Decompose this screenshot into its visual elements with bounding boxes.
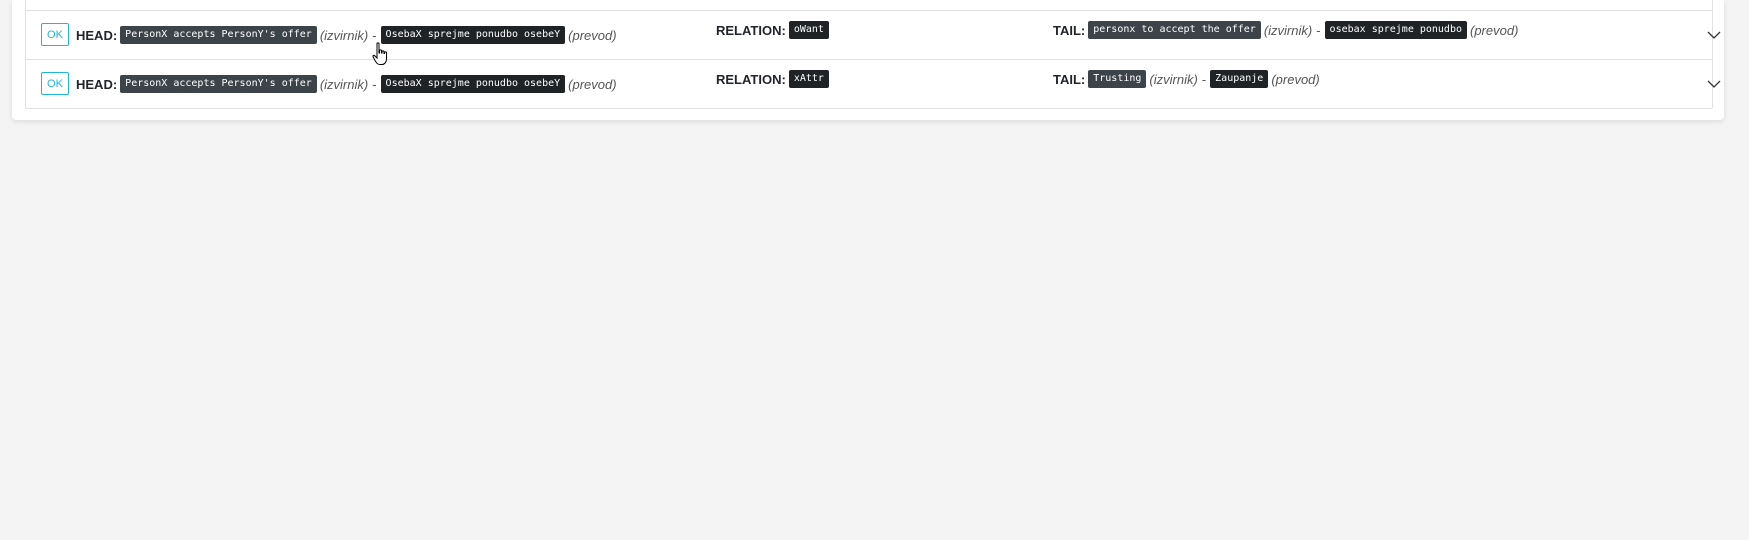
source-tag: (izvirnik)	[1263, 22, 1313, 38]
head-segment: HEAD: PersonX accepts PersonY's offer (i…	[76, 11, 620, 59]
tail-label: TAIL:	[1053, 22, 1086, 38]
separator: -	[372, 27, 377, 43]
hand-pointer-icon	[372, 42, 387, 65]
translation-tag: (prevod)	[568, 27, 617, 43]
relation-segment: RELATION: xAttr	[716, 55, 829, 103]
relation-value: xAttr	[788, 70, 829, 88]
source-tag: (izvirnik)	[1149, 71, 1198, 87]
head-segment: HEAD: PersonX accepts PersonY's offer (i…	[76, 60, 620, 108]
separator: -	[1201, 71, 1207, 87]
relation-segment: RELATION: oWant	[716, 6, 829, 54]
tail-translation-text: Zaupanje	[1210, 70, 1269, 88]
relation-label: RELATION:	[716, 22, 786, 38]
translation-tag: (prevod)	[1470, 22, 1519, 38]
chevron-down-icon[interactable]	[1706, 29, 1722, 41]
ok-button[interactable]: OK	[41, 72, 69, 95]
head-translation-text: OsebaX sprejme ponudbo osebeY	[380, 75, 566, 93]
source-tag: (izvirnik)	[319, 76, 369, 92]
tail-label: TAIL:	[1053, 71, 1086, 87]
separator: -	[1316, 22, 1321, 38]
translation-tag: (prevod)	[1271, 71, 1320, 87]
head-label: HEAD:	[76, 76, 118, 92]
translation-tag: (prevod)	[568, 76, 617, 92]
tail-segment: TAIL: personx to accept the offer (izvir…	[1053, 6, 1521, 54]
head-source-text: PersonX accepts PersonY's offer	[120, 26, 317, 44]
list-item: OK HEAD: PersonX accepts PersonY's offer…	[26, 10, 1721, 59]
chevron-down-icon[interactable]	[1706, 78, 1722, 90]
tail-translation-text: osebax sprejme ponudbo	[1324, 21, 1467, 39]
list-item: OK HEAD: PersonX accepts PersonY's offer…	[26, 59, 1721, 108]
separator: -	[372, 76, 377, 92]
head-label: HEAD:	[76, 27, 118, 43]
triples-list: OK HEAD: PersonX accepts PersonY's offer…	[25, 0, 1721, 109]
relation-value: oWant	[788, 21, 829, 39]
head-source-text: PersonX accepts PersonY's offer	[120, 75, 317, 93]
tail-source-text: personx to accept the offer	[1088, 21, 1261, 39]
relation-label: RELATION:	[716, 71, 786, 87]
tail-segment: TAIL: Trusting (izvirnik) - Zaupanje (pr…	[1053, 55, 1323, 103]
source-tag: (izvirnik)	[319, 27, 369, 43]
head-translation-text: OsebaX sprejme ponudbo osebeY	[380, 26, 566, 44]
tail-source-text: Trusting	[1088, 70, 1147, 88]
ok-button[interactable]: OK	[41, 23, 69, 46]
results-card: OK HEAD: PersonX accepts PersonY's offer…	[12, 0, 1724, 120]
